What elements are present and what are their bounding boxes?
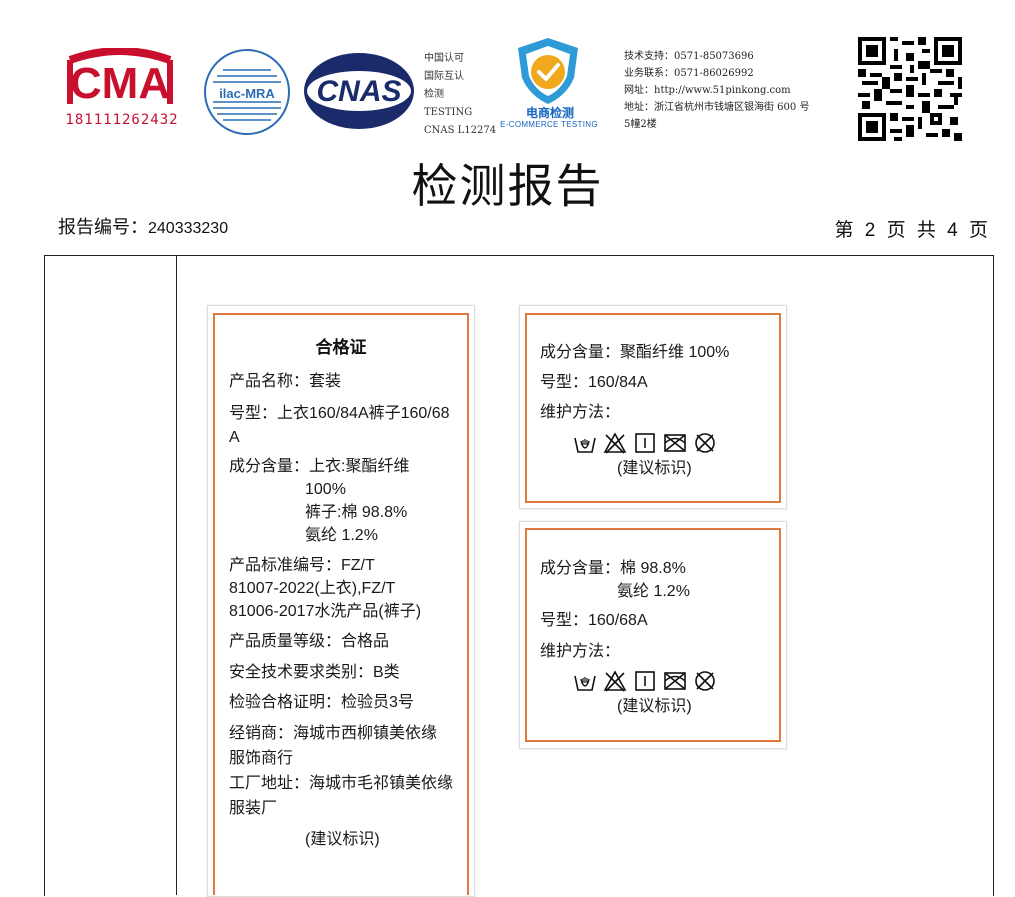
contact-info: 技术支持：0571-85073696 业务联系：0571-86026992 网址…: [624, 48, 834, 133]
quality-grade: 产品质量等级：合格品: [229, 633, 390, 650]
pants-composition-spandex: 氨纶 1.2%: [617, 583, 690, 600]
composition-top: 100%: [305, 481, 346, 498]
standard-number-cont2: 81006-2017水洗产品(裤子): [229, 603, 422, 620]
certificate-title: 合格证: [315, 338, 367, 357]
hand-wash-icon: [574, 675, 596, 691]
top-care-label: 维护方法：: [540, 404, 621, 421]
composition-spandex: 氨纶 1.2%: [305, 527, 378, 544]
pants-composition: 成分含量：棉 98.8%: [540, 560, 686, 577]
pants-care-label: 维护方法：: [540, 643, 621, 660]
no-dry-clean-icon: [695, 433, 715, 453]
line-dry-icon: [635, 433, 655, 453]
no-tumble-dry-icon: [664, 434, 686, 452]
no-bleach-icon: [603, 432, 627, 454]
accreditation-text: 中国认可 国际互认 检测 TESTING CNAS L12274: [424, 50, 496, 140]
document-title: 检测报告: [411, 159, 604, 213]
report-number: 报告编号：240333230: [58, 213, 228, 239]
qr-code-icon: [858, 37, 962, 141]
composition: 成分含量：上衣:聚酯纤维: [229, 458, 410, 475]
pants-size: 号型：160/68A: [540, 612, 648, 629]
svg-text:ilac-MRA: ilac-MRA: [219, 86, 275, 101]
report-number-value: 240333230: [148, 220, 229, 237]
composition-pants: 裤子:棉 98.8%: [305, 504, 408, 521]
standard-number: 产品标准编号：FZ/T: [229, 557, 375, 574]
factory-address-cont: 服装厂: [229, 800, 278, 817]
contact-business: 业务联系：0571-86026992: [624, 68, 754, 79]
contact-address: 地址：浙江省杭州市钱塘区银海街 600 号: [624, 102, 810, 113]
distributor-cont: 服饰商行: [229, 750, 294, 767]
contact-website: 网址：http://www.51pinkong.com: [624, 85, 791, 96]
table-column-divider: [176, 255, 177, 895]
product-size: 号型：上衣160/84A裤子160/68: [229, 405, 450, 422]
inspection-cert: 检验合格证明：检验员3号: [229, 694, 414, 711]
no-bleach-icon: [603, 670, 627, 692]
top-care-symbols: [573, 432, 717, 454]
top-composition: 成分含量：聚酯纤维 100%: [540, 344, 730, 361]
distributor: 经销商：海城市西柳镇美依缘: [229, 725, 438, 742]
svg-text:CNAS: CNAS: [316, 75, 401, 108]
ilac-mra-logo: ilac-MRA: [204, 49, 290, 135]
top-size: 号型：160/84A: [540, 374, 648, 391]
ecommerce-shield-icon: [518, 38, 578, 104]
top-advice-marking: (建议标识): [617, 460, 692, 477]
advice-marking: (建议标识): [305, 831, 380, 848]
ecommerce-subtitle: E-COMMERCE TESTING: [500, 120, 598, 129]
cma-logo-text: CMA: [70, 59, 170, 108]
hand-wash-icon: [574, 437, 596, 453]
cert-line: 国际互认: [424, 71, 464, 82]
cert-line: CNAS L12274: [424, 125, 497, 136]
page-indicator: 第 2 页 共 4 页: [834, 220, 991, 241]
contact-address-2: 5幢2楼: [624, 119, 657, 130]
cert-line: TESTING: [424, 107, 473, 118]
pants-care-symbols: [573, 670, 717, 692]
no-tumble-dry-icon: [664, 672, 686, 690]
cnas-logo: CNAS: [304, 53, 414, 129]
product-name: 产品名称：套装: [229, 373, 342, 390]
factory-address: 工厂地址：海城市毛祁镇美依缘: [229, 775, 454, 792]
pants-advice-marking: (建议标识): [617, 698, 692, 715]
safety-category: 安全技术要求类别：B类: [229, 664, 400, 681]
report-number-label: 报告编号：: [58, 217, 148, 237]
ecommerce-title: 电商检测: [525, 106, 574, 120]
no-dry-clean-icon: [695, 671, 715, 691]
product-size-cont: A: [229, 429, 240, 446]
cma-number: 181111262432: [65, 112, 179, 128]
cert-line: 检测: [424, 89, 444, 100]
line-dry-icon: [635, 671, 655, 691]
cert-line: 中国认可: [424, 53, 464, 64]
contact-tech-support: 技术支持：0571-85073696: [624, 51, 754, 62]
standard-number-cont: 81007-2022(上衣),FZ/T: [229, 580, 396, 597]
